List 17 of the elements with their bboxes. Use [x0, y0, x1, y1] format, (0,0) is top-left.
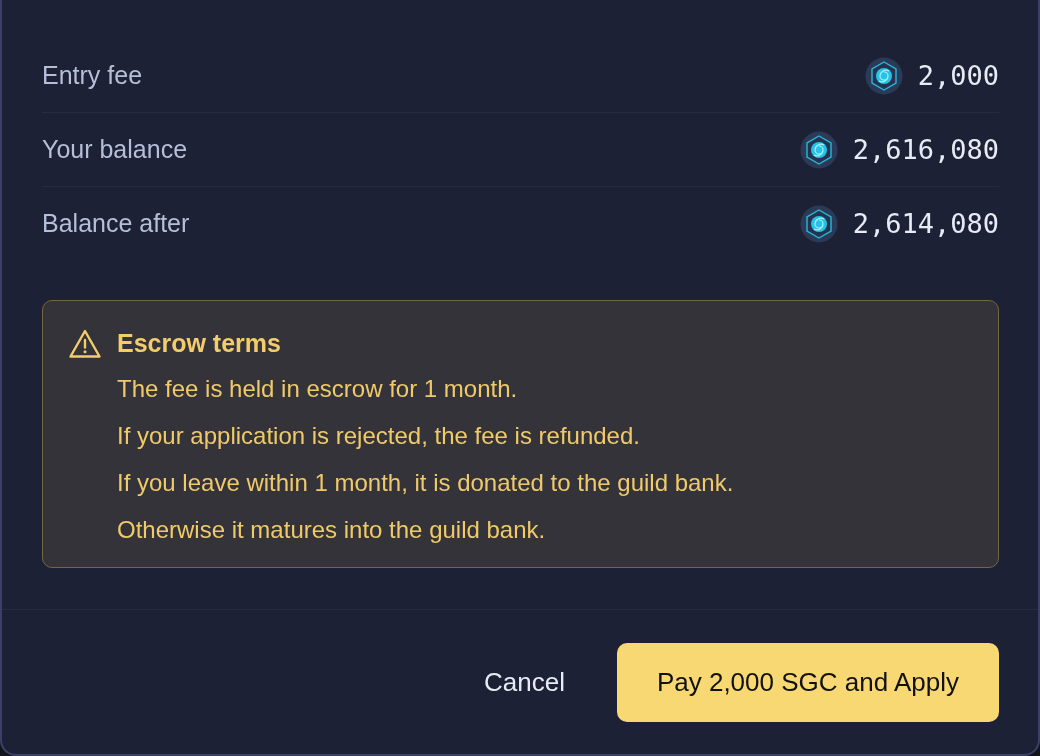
summary-label: Your balance: [42, 135, 188, 164]
notice-title: Escrow terms: [117, 328, 282, 359]
notice-text: If you leave within 1 month, it is donated to the guild bank.: [117, 468, 734, 498]
cancel-button[interactable]: Cancel: [459, 642, 589, 722]
amount-value: 2,614,080: [852, 208, 999, 239]
amount-value: 2,616,080: [852, 134, 999, 165]
coin-icon: [799, 204, 838, 243]
summary-label: Entry fee: [42, 61, 143, 90]
coin-icon: [864, 56, 903, 95]
notice-text: If your application is rejected, the fee is refunded.: [117, 421, 641, 451]
coin-icon: [799, 130, 838, 169]
warning-icon: [69, 329, 101, 359]
summary-label: Balance after: [42, 209, 190, 238]
notice-text: Otherwise it matures into the guild bank.: [117, 515, 547, 545]
amount-value: 2,000: [917, 60, 999, 91]
apply-button[interactable]: Pay 2,000 SGC and Apply: [616, 642, 999, 722]
notice-text: The fee is held in escrow for 1 month.: [117, 374, 519, 404]
